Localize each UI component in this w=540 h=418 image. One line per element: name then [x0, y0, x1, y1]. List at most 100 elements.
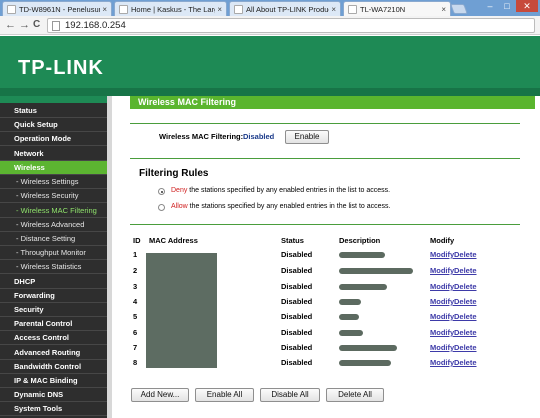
delete-link[interactable]: Delete: [454, 358, 477, 368]
menu-item-throughput-monitor[interactable]: - Throughput Monitor: [0, 246, 107, 260]
table-row-status: Disabled: [281, 358, 313, 367]
browser-tab-kaskus[interactable]: Home | Kaskus - The Larg ×: [114, 1, 227, 16]
redacted-description: [339, 314, 359, 320]
modify-link[interactable]: Modify: [430, 266, 454, 276]
table-row-id: 1: [133, 250, 138, 259]
url-text[interactable]: 192.168.0.254: [65, 20, 126, 32]
menu-item-security[interactable]: Security: [0, 303, 107, 317]
menu-item-wireless-advanced[interactable]: - Wireless Advanced: [0, 218, 107, 232]
modify-link[interactable]: Modify: [430, 282, 454, 292]
divider: [130, 224, 520, 225]
deny-radio[interactable]: [158, 188, 165, 195]
browser-toolbar: ← → C 192.168.0.254: [0, 16, 540, 35]
allow-option-text: Allow the stations specified by any enab…: [171, 202, 390, 212]
tab-close-icon[interactable]: ×: [331, 5, 336, 14]
menu-item-wireless[interactable]: Wireless: [0, 161, 107, 175]
browser-tab-tplink-forum[interactable]: All About TP-LINK Produc ×: [229, 1, 341, 16]
table-row-id: 4: [133, 297, 138, 306]
menu-item-system-tools[interactable]: System Tools: [0, 402, 107, 416]
menu-item-network[interactable]: Network: [0, 147, 107, 161]
close-window-icon[interactable]: ✕: [516, 0, 538, 12]
tab-close-icon[interactable]: ×: [441, 5, 446, 14]
menu-top-strip: [0, 96, 107, 103]
table-row-id: 7: [133, 343, 138, 352]
add-new-button[interactable]: Add New...: [131, 388, 189, 402]
table-row-status: Disabled: [281, 297, 313, 306]
menu-item-operation-mode[interactable]: Operation Mode: [0, 132, 107, 146]
maximize-icon[interactable]: □: [499, 0, 515, 12]
menu-item-forwarding[interactable]: Forwarding: [0, 289, 107, 303]
redacted-description: [339, 299, 361, 305]
browser-tab-search[interactable]: TD-W8961N - Penelusuran ×: [2, 1, 112, 16]
delete-link[interactable]: Delete: [454, 312, 477, 322]
menu-item-dynamic-dns[interactable]: Dynamic DNS: [0, 388, 107, 402]
delete-link[interactable]: Delete: [454, 250, 477, 260]
menu-item-parental-control[interactable]: Parental Control: [0, 317, 107, 331]
delete-link[interactable]: Delete: [454, 297, 477, 307]
menu-item-advanced-routing[interactable]: Advanced Routing: [0, 346, 107, 360]
allow-radio[interactable]: [158, 204, 165, 211]
redacted-description: [339, 284, 387, 290]
minimize-icon[interactable]: –: [482, 0, 498, 12]
redacted-mac-addresses: [146, 253, 217, 368]
table-row-id: 2: [133, 266, 138, 275]
browser-tab-router[interactable]: TL-WA7210N ×: [343, 1, 451, 16]
menu-item-dhcp[interactable]: DHCP: [0, 275, 107, 289]
table-row-status: Disabled: [281, 343, 313, 352]
table-row-status: Disabled: [281, 328, 313, 337]
tab-title: Home | Kaskus - The Larg: [131, 4, 216, 14]
modify-link[interactable]: Modify: [430, 328, 454, 338]
tab-close-icon[interactable]: ×: [217, 5, 222, 14]
delete-link[interactable]: Delete: [454, 328, 477, 338]
mac-filtering-label: Wireless MAC Filtering:: [159, 132, 244, 141]
column-header-description: Description: [339, 236, 381, 245]
deny-option-text: Deny the stations specified by any enabl…: [171, 186, 390, 196]
delete-link[interactable]: Delete: [454, 282, 477, 292]
menu-item-wireless-security[interactable]: - Wireless Security: [0, 189, 107, 203]
filtering-rules-title: Filtering Rules: [139, 168, 209, 179]
delete-link[interactable]: Delete: [454, 266, 477, 276]
enable-all-button[interactable]: Enable All: [195, 388, 254, 402]
delete-link[interactable]: Delete: [454, 343, 477, 353]
page-icon: [348, 4, 357, 14]
deny-option-rest: the stations specified by any enabled en…: [187, 187, 391, 194]
menu-item-wireless-settings[interactable]: - Wireless Settings: [0, 175, 107, 189]
tab-close-icon[interactable]: ×: [102, 5, 107, 14]
browser-tab-strip: TD-W8961N - Penelusuran × Home | Kaskus …: [0, 0, 540, 16]
menu-item-bandwidth-control[interactable]: Bandwidth Control: [0, 360, 107, 374]
allow-option-rest: the stations specified by any enabled en…: [187, 203, 391, 210]
modify-link[interactable]: Modify: [430, 312, 454, 322]
menu-item-access-control[interactable]: Access Control: [0, 331, 107, 345]
modify-link[interactable]: Modify: [430, 250, 454, 260]
address-bar[interactable]: 192.168.0.254: [47, 18, 535, 33]
divider: [130, 158, 520, 159]
column-header-modify: Modify: [430, 236, 455, 245]
page-icon: [7, 4, 16, 14]
modify-link[interactable]: Modify: [430, 358, 454, 368]
sidebar-menu: Status Quick Setup Operation Mode Networ…: [0, 96, 107, 418]
disable-all-button[interactable]: Disable All: [260, 388, 320, 402]
table-row-status: Disabled: [281, 250, 313, 259]
column-header-mac: MAC Address: [149, 236, 198, 245]
page-icon: [119, 4, 128, 14]
delete-all-button[interactable]: Delete All: [326, 388, 384, 402]
new-tab-button[interactable]: [450, 4, 468, 14]
menu-item-wireless-mac-filtering[interactable]: - Wireless MAC Filtering: [0, 204, 107, 218]
modify-link[interactable]: Modify: [430, 297, 454, 307]
forward-icon[interactable]: →: [19, 19, 30, 31]
menu-item-quick-setup[interactable]: Quick Setup: [0, 118, 107, 132]
enable-button[interactable]: Enable: [285, 130, 329, 144]
redacted-description: [339, 330, 363, 336]
back-icon[interactable]: ←: [5, 19, 16, 31]
menu-item-status[interactable]: Status: [0, 104, 107, 118]
menu-item-ip-mac-binding[interactable]: IP & MAC Binding: [0, 374, 107, 388]
reload-icon[interactable]: C: [33, 19, 40, 31]
redacted-description: [339, 345, 397, 351]
table-row-id: 8: [133, 358, 138, 367]
column-header-id: ID: [133, 236, 141, 245]
modify-link[interactable]: Modify: [430, 343, 454, 353]
menu-item-distance-setting[interactable]: - Distance Setting: [0, 232, 107, 246]
tab-title: TL-WA7210N: [360, 4, 406, 14]
page-icon: [52, 21, 60, 31]
menu-item-wireless-statistics[interactable]: - Wireless Statistics: [0, 260, 107, 274]
